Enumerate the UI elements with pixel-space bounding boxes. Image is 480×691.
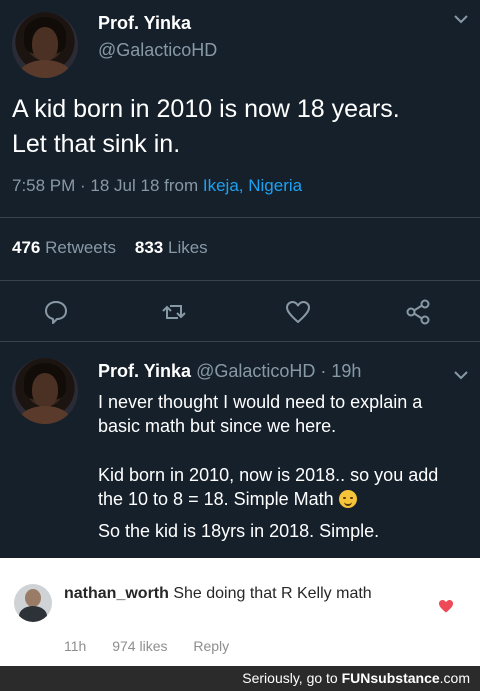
watermark-footer: Seriously, go to FUNsubstance.com — [0, 666, 480, 691]
comment-text-block: nathan_worth She doing that R Kelly math — [64, 584, 424, 604]
reply-icon[interactable] — [42, 298, 70, 326]
like-icon[interactable] — [284, 298, 312, 326]
tweet-location[interactable]: Ikeja, Nigeria — [203, 176, 302, 195]
relieved-face-emoji-icon — [338, 490, 357, 508]
reply-text-line2: Kid born in 2010, now is 2018.. so you a… — [98, 463, 468, 511]
reply-text-line3: So the kid is 18yrs in 2018. Simple. — [98, 521, 380, 541]
watermark-text: Seriously, go to FUNsubstance.com — [242, 670, 470, 686]
reply-author-meta[interactable]: @GalacticoHD · 19h — [196, 361, 361, 381]
commenter-avatar[interactable] — [14, 584, 52, 622]
reply-author-avatar[interactable] — [12, 358, 78, 424]
watermark-prefix: Seriously, go to — [242, 670, 342, 686]
chevron-down-icon[interactable] — [452, 10, 470, 28]
comment-section: nathan_worth She doing that R Kelly math… — [0, 558, 480, 666]
likes-count[interactable]: 833 — [135, 238, 163, 257]
reply-header: Prof. Yinka @GalacticoHD · 19h — [98, 361, 361, 382]
retweets-count[interactable]: 476 — [12, 238, 40, 257]
divider — [0, 280, 480, 281]
author-name[interactable]: Prof. Yinka — [98, 13, 191, 34]
comment-time: 11h — [64, 638, 87, 654]
tweet-text: A kid born in 2010 is now 18 years. Let … — [12, 95, 400, 158]
tweet-stats: 476 Retweets 833 Likes — [12, 238, 208, 258]
reply-text-line2-content: Kid born in 2010, now is 2018.. so you a… — [98, 465, 439, 509]
divider — [0, 217, 480, 218]
commenter-username[interactable]: nathan_worth — [64, 585, 169, 602]
watermark-brand: FUNsubstance — [341, 670, 440, 686]
chevron-down-icon[interactable] — [452, 366, 470, 384]
comment-meta: 11h 974 likes Reply — [64, 638, 251, 654]
share-icon[interactable] — [404, 298, 432, 326]
comment-reply-button[interactable]: Reply — [193, 638, 229, 654]
divider — [0, 341, 480, 342]
retweet-icon[interactable] — [160, 298, 188, 326]
tweet-meta: 7:58 PM · 18 Jul 18 from Ikeja, Nigeria — [12, 176, 302, 196]
reply-author-name[interactable]: Prof. Yinka — [98, 361, 191, 381]
heart-icon[interactable] — [438, 598, 454, 614]
author-handle[interactable]: @GalacticoHD — [98, 40, 217, 61]
comment-likes[interactable]: 974 likes — [112, 638, 167, 654]
retweets-label[interactable]: Retweets — [45, 238, 116, 257]
author-avatar[interactable] — [12, 12, 78, 78]
tweet-time: 7:58 PM · 18 Jul 18 from — [12, 176, 203, 195]
comment-text: She doing that R Kelly math — [173, 585, 372, 602]
watermark-suffix: .com — [439, 670, 470, 686]
likes-label[interactable]: Likes — [168, 238, 208, 257]
reply-text-line1: I never thought I would need to explain … — [98, 392, 423, 436]
